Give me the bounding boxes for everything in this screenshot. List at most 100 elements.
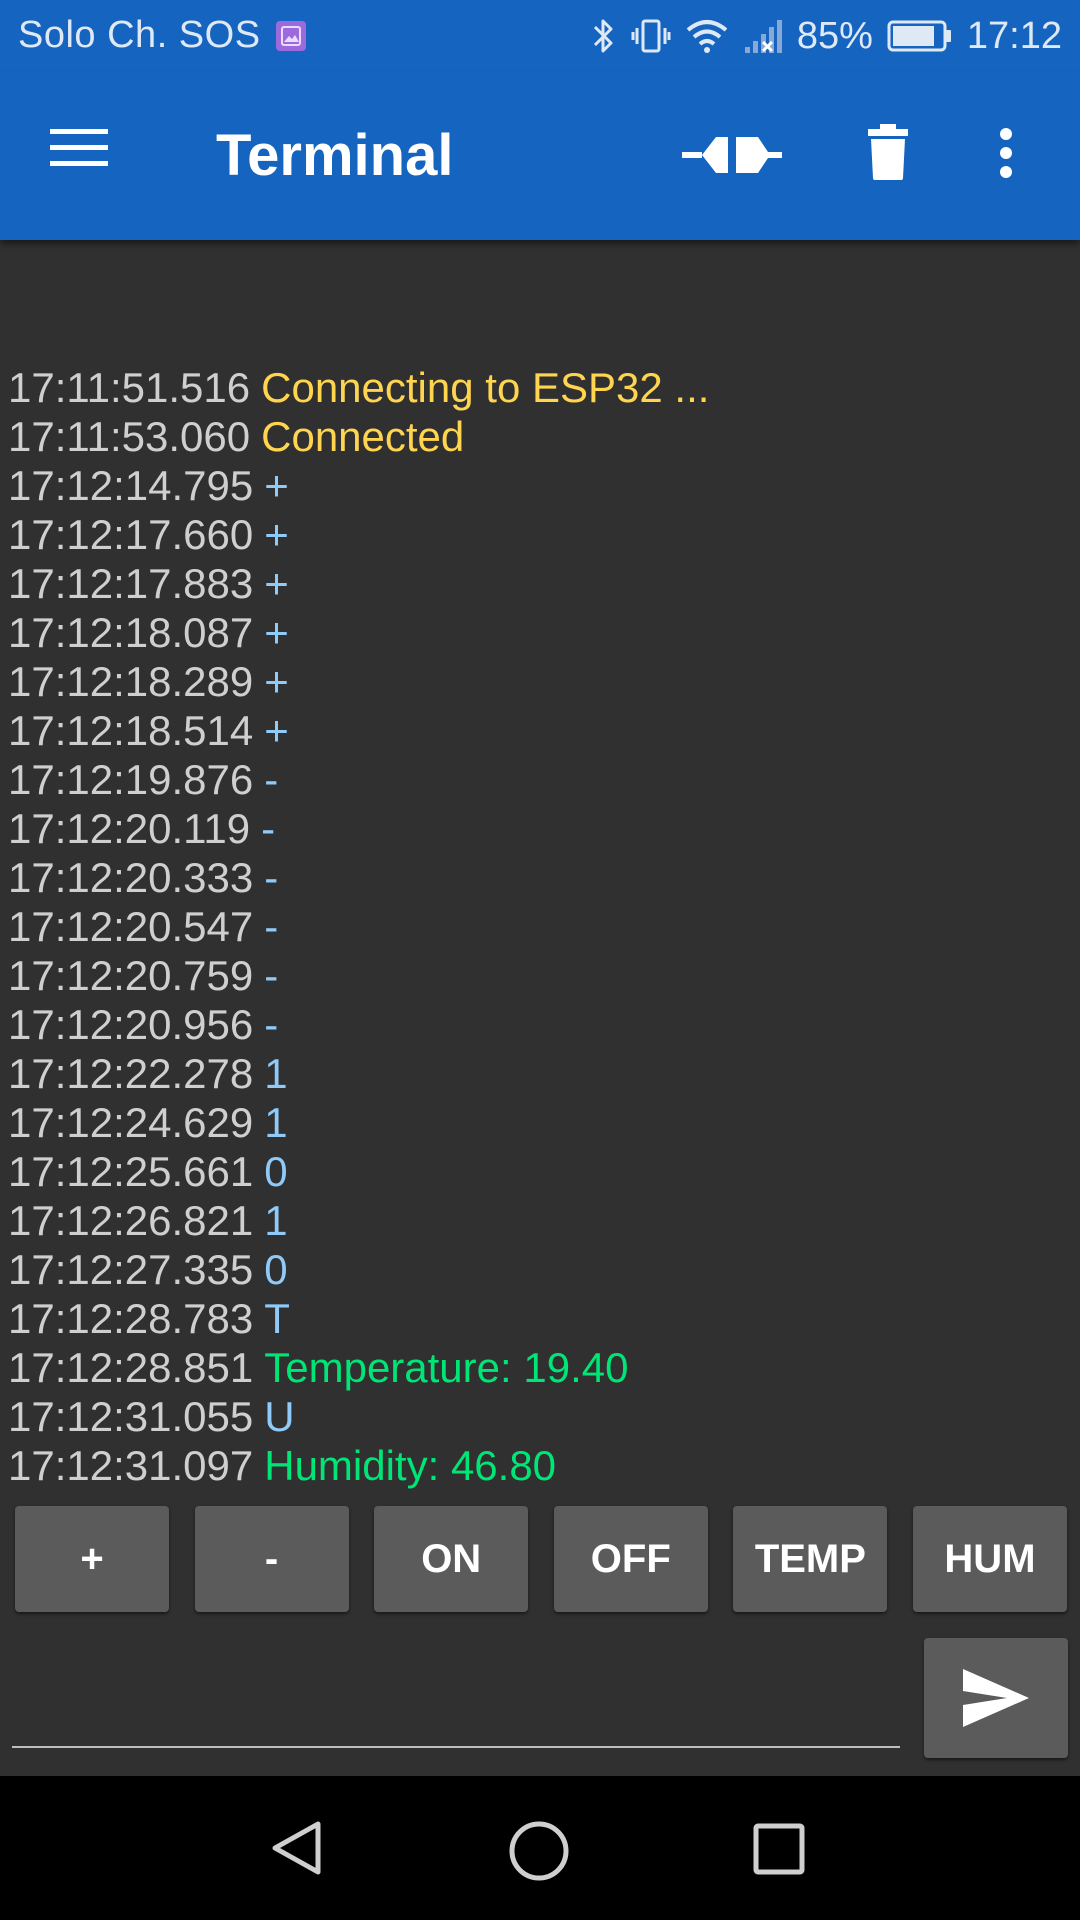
log-line: 17:12:20.759-: [8, 951, 709, 1000]
log-timestamp: 17:12:31.055: [8, 1393, 254, 1440]
gallery-icon: [275, 20, 306, 51]
log-line: 17:12:26.821 1: [8, 1196, 709, 1245]
log-line: 17:11:53.060 Connected: [8, 412, 709, 461]
log-timestamp: 17:12:18.514: [8, 707, 254, 754]
macro-button-off[interactable]: OFF: [553, 1506, 708, 1612]
log-line: 17:12:28.851 Temperature: 19.40: [8, 1343, 709, 1392]
recents-icon[interactable]: [752, 1822, 806, 1876]
send-text-input[interactable]: [12, 1648, 900, 1748]
log-line: 17:12:18.087 +: [8, 608, 709, 657]
bluetooth-icon: [593, 19, 613, 53]
more-vert-icon[interactable]: [998, 128, 1014, 178]
log-line: 17:12:20.119-: [8, 804, 709, 853]
home-icon[interactable]: [508, 1820, 570, 1882]
log-line: 17:11:51.516 Connecting to ESP32 ...: [8, 363, 709, 412]
log-timestamp: 17:12:22.278: [8, 1050, 254, 1097]
log-message: +: [264, 658, 289, 705]
log-message: Connecting to ESP32 ...: [261, 364, 710, 411]
signal-icon: [744, 20, 782, 53]
log-message: 1: [264, 1050, 288, 1097]
battery-percent: 85%: [796, 14, 873, 57]
macro-button-minus[interactable]: -: [194, 1506, 349, 1612]
log-message: 0: [264, 1148, 288, 1195]
macro-button-temp[interactable]: TEMP: [733, 1506, 888, 1612]
log-line: 17:12:14.795 +: [8, 461, 709, 510]
log-line: 17:12:17.883 +: [8, 559, 709, 608]
log-timestamp: 17:11:53.060: [8, 413, 251, 460]
send-button[interactable]: [924, 1638, 1068, 1758]
log-message: -: [264, 854, 279, 901]
vibrate-icon: [631, 19, 671, 53]
log-timestamp: 17:12:28.851: [8, 1344, 254, 1391]
log-line: 17:12:20.956-: [8, 1000, 709, 1049]
log-line: 17:12:20.547-: [8, 902, 709, 951]
send-area: [0, 1628, 1080, 1776]
log-message: -: [264, 1001, 279, 1048]
connect-icon[interactable]: [682, 127, 782, 183]
app-bar: Terminal: [0, 72, 1080, 240]
status-right: 85% 17:12: [577, 12, 1062, 60]
log-message: +: [264, 707, 289, 754]
log-timestamp: 17:12:20.119: [8, 805, 251, 852]
log-timestamp: 17:12:17.883: [8, 560, 254, 607]
log-line: 17:12:20.333-: [8, 853, 709, 902]
log-timestamp: 17:12:24.629: [8, 1099, 254, 1146]
log-timestamp: 17:12:19.876: [8, 756, 254, 803]
log-message: +: [264, 609, 289, 656]
log-message: T: [264, 1295, 290, 1342]
log-line: 17:12:18.289 +: [8, 657, 709, 706]
log-line: 17:12:31.097 Humidity: 46.80: [8, 1441, 709, 1490]
log-message: 1: [264, 1099, 288, 1146]
wifi-icon: [686, 20, 728, 53]
log-message: Humidity: 46.80: [264, 1442, 557, 1489]
macro-button-row: + - ON OFF TEMP HUM: [15, 1506, 1067, 1614]
log-message: -: [261, 805, 276, 852]
log-message: 0: [264, 1246, 288, 1293]
log-message: +: [264, 560, 289, 607]
log-message: -: [264, 756, 279, 803]
log-message: U: [264, 1393, 295, 1440]
trash-icon[interactable]: [866, 124, 910, 180]
log-line: 17:12:17.660 +: [8, 510, 709, 559]
log-line: 17:12:25.661 0: [8, 1147, 709, 1196]
log-timestamp: 17:12:31.097: [8, 1442, 254, 1489]
log-message: -: [264, 952, 279, 999]
log-message: +: [264, 462, 289, 509]
log-timestamp: 17:12:20.333: [8, 854, 254, 901]
log-line: 17:12:18.514 +: [8, 706, 709, 755]
system-nav-bar: [0, 1776, 1080, 1920]
log-timestamp: 17:12:20.547: [8, 903, 254, 950]
log-timestamp: 17:12:26.821: [8, 1197, 254, 1244]
battery-icon: [887, 20, 951, 52]
log-timestamp: 17:12:18.289: [8, 658, 254, 705]
carrier-name: Solo Ch. SOS: [18, 14, 261, 56]
log-message: 1: [264, 1197, 288, 1244]
macro-button-on[interactable]: ON: [374, 1506, 529, 1612]
log-timestamp: 17:12:18.087: [8, 609, 254, 656]
log-line: 17:12:24.629 1: [8, 1098, 709, 1147]
log-timestamp: 17:12:20.759: [8, 952, 254, 999]
page-title: Terminal: [216, 123, 454, 188]
log-timestamp: 17:11:51.516: [8, 364, 251, 411]
macro-button-plus[interactable]: +: [15, 1506, 169, 1612]
log-message: -: [264, 903, 279, 950]
status-time: 17:12: [966, 14, 1062, 57]
log-line: 17:12:27.335 0: [8, 1245, 709, 1294]
log-message: +: [264, 511, 289, 558]
log-line: 17:12:28.783 T: [8, 1294, 709, 1343]
send-icon: [963, 1669, 1029, 1727]
status-left: Solo Ch. SOS: [18, 14, 307, 57]
log-timestamp: 17:12:20.956: [8, 1001, 254, 1048]
log-timestamp: 17:12:28.783: [8, 1295, 254, 1342]
log-message: Connected: [261, 413, 465, 460]
terminal-output[interactable]: 17:11:51.516 Connecting to ESP32 ... 17:11…: [0, 240, 1080, 1502]
back-icon[interactable]: [270, 1820, 322, 1876]
menu-icon[interactable]: [50, 127, 108, 167]
log-line: 17:12:22.278 1: [8, 1049, 709, 1098]
log-timestamp: 17:12:17.660: [8, 511, 254, 558]
log-timestamp: 17:12:27.335: [8, 1246, 254, 1293]
log-list: 17:11:51.516 Connecting to ESP32 ... 17:11…: [8, 363, 709, 1490]
log-line: 17:12:31.055 U: [8, 1392, 709, 1441]
log-line: 17:12:19.876-: [8, 755, 709, 804]
macro-button-hum[interactable]: HUM: [912, 1506, 1067, 1612]
